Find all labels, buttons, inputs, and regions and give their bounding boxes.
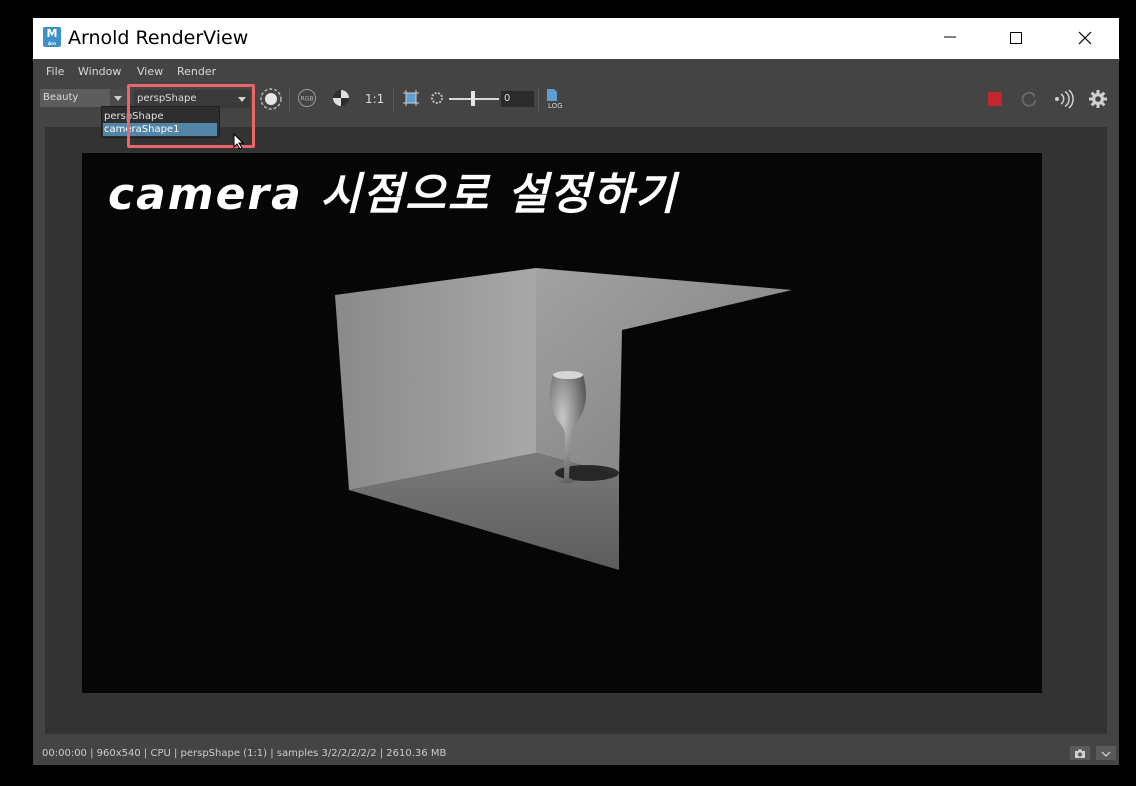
toolbar-divider: [289, 87, 290, 111]
exposure-value-field[interactable]: 0: [501, 91, 534, 107]
exposure-slider-handle[interactable]: [471, 91, 475, 106]
refresh-render-icon[interactable]: [1019, 89, 1039, 109]
svg-text:RGB: RGB: [301, 96, 314, 103]
title-bar: M Arn Arnold RenderView: [33, 18, 1119, 59]
mouse-cursor-icon: [233, 133, 245, 150]
render-image[interactable]: camera 시점으로 설정하기: [82, 153, 1042, 693]
chevron-down-icon: [1101, 751, 1111, 757]
maya-app-icon: M Arn: [43, 27, 61, 47]
toolbar-divider: [538, 87, 539, 111]
chevron-down-icon: [110, 89, 126, 107]
region-render-icon[interactable]: [259, 87, 283, 111]
crop-frame-icon[interactable]: [402, 89, 420, 107]
menu-file[interactable]: File: [46, 65, 64, 78]
wine-glass-rim: [553, 371, 583, 379]
status-text: 00:00:00 | 960x540 | CPU | perspShape (1…: [42, 748, 447, 759]
menu-view[interactable]: View: [137, 65, 163, 78]
ratio-button[interactable]: 1:1: [365, 92, 384, 106]
close-button[interactable]: [1062, 18, 1108, 59]
log-icon[interactable]: LOG: [544, 87, 566, 111]
status-bar: 00:00:00 | 960x540 | CPU | perspShape (1…: [33, 743, 1119, 765]
camera-icon: [1075, 749, 1085, 758]
gear-icon[interactable]: [1088, 89, 1108, 109]
checker-background-icon[interactable]: [331, 88, 351, 108]
exposure-icon: [431, 92, 443, 104]
maximize-icon: [1010, 32, 1022, 44]
rgb-channel-icon[interactable]: RGB: [297, 88, 317, 108]
maximize-button[interactable]: [993, 18, 1039, 59]
menu-window[interactable]: Window: [78, 65, 121, 78]
minimize-button[interactable]: [927, 18, 973, 59]
minimize-icon: [944, 36, 956, 38]
stop-render-button[interactable]: [988, 92, 1002, 106]
close-icon: [1078, 31, 1092, 45]
window-title: Arnold RenderView: [68, 27, 249, 49]
toolbar-divider: [393, 87, 394, 111]
menu-bar: File Window View Render: [33, 59, 1119, 83]
snapshot-button[interactable]: [1070, 746, 1090, 760]
svg-text:LOG: LOG: [548, 102, 563, 110]
aov-combo[interactable]: Beauty: [40, 89, 126, 107]
menu-render[interactable]: Render: [177, 65, 216, 78]
overlay-caption: camera 시점으로 설정하기: [108, 169, 678, 220]
ipr-icon[interactable]: [1053, 89, 1075, 109]
rendered-scene: [335, 268, 792, 570]
expand-status-button[interactable]: [1096, 746, 1116, 760]
left-wall: [335, 268, 536, 490]
aov-combo-value: Beauty: [43, 92, 79, 103]
